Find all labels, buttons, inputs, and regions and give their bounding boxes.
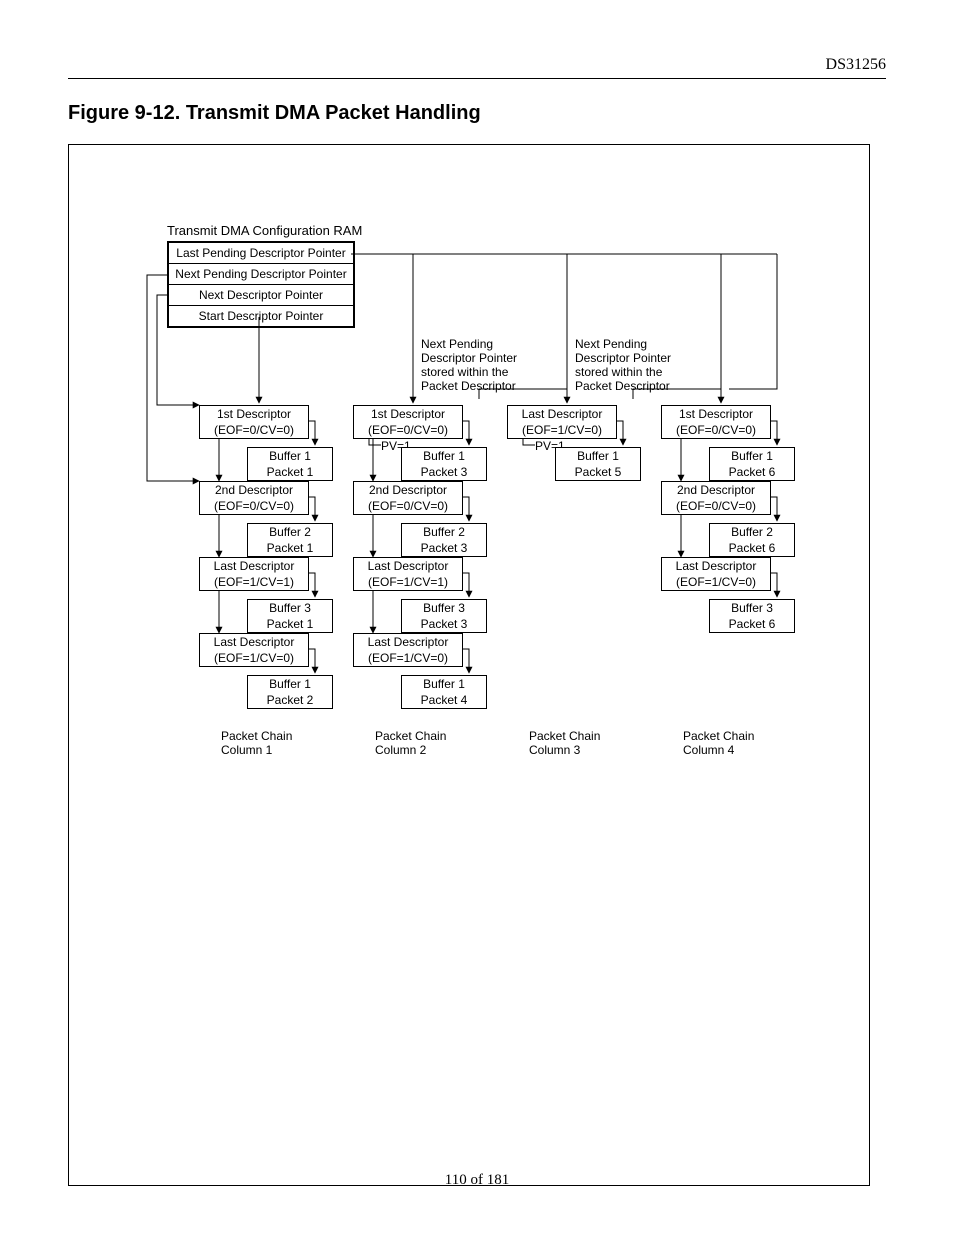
buffer-box: Buffer 3Packet 3: [401, 599, 487, 633]
buffer-box: Buffer 3Packet 1: [247, 599, 333, 633]
descriptor-box: 1st Descriptor(EOF=0/CV=0): [353, 405, 463, 439]
page-footer: 110 of 181: [0, 1172, 954, 1189]
descriptor-box: Last Descriptor(EOF=1/CV=0): [661, 557, 771, 591]
descriptor-box: Last Descriptor(EOF=1/CV=0): [353, 633, 463, 667]
column-label: Packet Chain Column 1: [221, 729, 292, 757]
cfg-row: Last Pending Descriptor Pointer: [169, 243, 353, 263]
descriptor-box: Last Descriptor(EOF=1/CV=1): [199, 557, 309, 591]
config-ram-title: Transmit DMA Configuration RAM: [167, 223, 362, 238]
descriptor-box: 1st Descriptor(EOF=0/CV=0): [199, 405, 309, 439]
descriptor-box: Last Descriptor(EOF=1/CV=0): [507, 405, 617, 439]
descriptor-box: 2nd Descriptor(EOF=0/CV=0): [661, 481, 771, 515]
cfg-row: Next Pending Descriptor Pointer: [169, 263, 353, 284]
cfg-row: Start Descriptor Pointer: [169, 305, 353, 326]
descriptor-box: 2nd Descriptor(EOF=0/CV=0): [353, 481, 463, 515]
pending-note: Next Pending Descriptor Pointer stored w…: [421, 337, 517, 393]
descriptor-box: 1st Descriptor(EOF=0/CV=0): [661, 405, 771, 439]
config-ram-stack: Last Pending Descriptor Pointer Next Pen…: [167, 241, 355, 328]
descriptor-box: Last Descriptor(EOF=1/CV=0): [199, 633, 309, 667]
buffer-box: Buffer 1Packet 1: [247, 447, 333, 481]
buffer-box: Buffer 1Packet 3: [401, 447, 487, 481]
figure-frame: Transmit DMA Configuration RAM Last Pend…: [68, 144, 870, 1186]
doc-id: DS31256: [826, 56, 886, 74]
header-rule: [68, 78, 886, 79]
buffer-box: Buffer 1Packet 4: [401, 675, 487, 709]
pending-note: Next Pending Descriptor Pointer stored w…: [575, 337, 671, 393]
buffer-box: Buffer 2Packet 3: [401, 523, 487, 557]
descriptor-box: Last Descriptor(EOF=1/CV=1): [353, 557, 463, 591]
buffer-box: Buffer 2Packet 6: [709, 523, 795, 557]
buffer-box: Buffer 1Packet 5: [555, 447, 641, 481]
buffer-box: Buffer 1Packet 2: [247, 675, 333, 709]
descriptor-box: 2nd Descriptor(EOF=0/CV=0): [199, 481, 309, 515]
cfg-row: Next Descriptor Pointer: [169, 284, 353, 305]
buffer-box: Buffer 2Packet 1: [247, 523, 333, 557]
column-label: Packet Chain Column 3: [529, 729, 600, 757]
buffer-box: Buffer 3Packet 6: [709, 599, 795, 633]
buffer-box: Buffer 1Packet 6: [709, 447, 795, 481]
figure-title: Figure 9-12. Transmit DMA Packet Handlin…: [68, 102, 481, 125]
page: DS31256 Figure 9-12. Transmit DMA Packet…: [0, 0, 954, 1235]
column-label: Packet Chain Column 4: [683, 729, 754, 757]
column-label: Packet Chain Column 2: [375, 729, 446, 757]
